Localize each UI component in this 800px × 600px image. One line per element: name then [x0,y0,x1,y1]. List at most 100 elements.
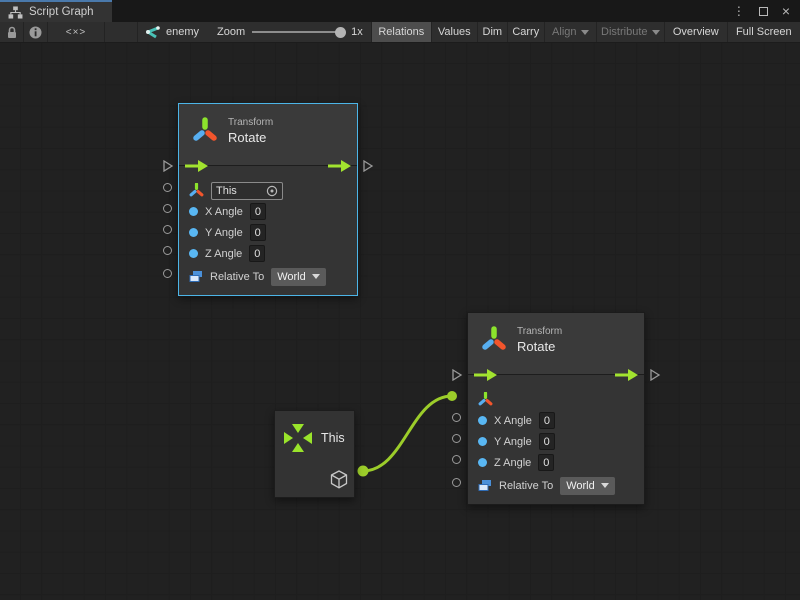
target-object-field[interactable]: This [211,182,283,200]
z-angle-input-port[interactable] [452,455,461,464]
dim-button[interactable]: Dim [478,22,508,42]
chevron-down-icon [652,30,660,35]
flow-input-port[interactable] [162,160,174,172]
chevron-down-icon [601,483,609,488]
x-angle-input-port[interactable] [163,204,172,213]
param-row-x-angle: X Angle 0 [468,410,644,431]
node-category: Transform [517,326,562,337]
sitemap-icon [8,6,23,19]
info-icon [29,26,42,39]
x-angle-input-port[interactable] [452,413,461,422]
y-angle-input[interactable]: 0 [539,433,555,450]
y-angle-input-port[interactable] [452,434,461,443]
self-node-label: This [321,431,345,445]
zoom-control: Zoom 1x [209,22,372,42]
flow-out-arrow-icon [615,369,638,381]
transform-icon [478,392,493,407]
values-button[interactable]: Values [432,22,478,42]
param-row-y-angle: Y Angle 0 [468,431,644,452]
flow-output-port[interactable] [362,160,374,172]
zoom-value: 1x [351,26,363,38]
flow-in-arrow-icon [185,160,208,172]
wire-start-port[interactable] [358,466,369,477]
target-input-port[interactable] [163,183,172,192]
graph-canvas[interactable]: Transform Rotate This [0,43,800,600]
param-row-relative-to: Relative To World [468,473,644,498]
relative-to-input-port[interactable] [163,269,172,278]
tab-title: Script Graph [29,6,94,18]
node-this[interactable]: This [274,410,355,498]
transform-icon [480,326,508,354]
zoom-slider[interactable] [252,31,344,33]
relative-to-input-port[interactable] [452,478,461,487]
param-row-y-angle: Y Angle 0 [179,222,357,243]
align-button[interactable]: Align [545,22,597,42]
wire-this-to-rotate2[interactable] [363,396,452,471]
x-angle-input[interactable]: 0 [250,203,266,220]
z-angle-input-port[interactable] [163,246,172,255]
param-row-z-angle: Z Angle 0 [468,452,644,473]
overview-button[interactable]: Overview [665,22,728,42]
relative-to-dropdown[interactable]: World [560,477,615,495]
maximize-icon[interactable] [759,7,768,16]
x-angle-input[interactable]: 0 [539,412,555,429]
z-angle-input[interactable]: 0 [538,454,554,471]
param-row-x-angle: X Angle 0 [179,201,357,222]
graph-name: enemy [166,26,199,38]
target-row-connected [468,389,644,410]
graph-asset-icon [144,25,161,40]
node-title: Rotate [517,339,562,354]
value-port-dot [478,416,487,425]
enum-cards-icon [478,479,492,492]
node-rotate-2[interactable]: Transform Rotate X Angle 0 [467,312,645,505]
relations-button[interactable]: Relations [372,22,432,42]
connection-wire-layer [0,43,800,600]
fullscreen-button[interactable]: Full Screen [728,22,800,42]
zoom-label: Zoom [217,26,245,38]
variables-toggle-button[interactable]: <×> [48,22,105,42]
flow-output-port[interactable] [649,369,661,381]
value-port-dot [478,437,487,446]
z-angle-input[interactable]: 0 [249,245,265,262]
transform-icon [191,117,219,145]
window-titlebar: Script Graph ⋮ × [0,0,800,22]
enum-cards-icon [189,270,203,283]
node-title: Rotate [228,130,273,145]
lock-icon [6,26,18,39]
flow-out-arrow-icon [328,160,351,172]
code-toggle-icon: <×> [66,27,87,38]
transform-icon [189,183,204,198]
target-dot-icon[interactable] [266,185,278,197]
graph-breadcrumb[interactable]: enemy [138,22,209,42]
close-icon[interactable]: × [782,4,790,18]
converge-arrows-icon [283,423,313,453]
graph-toolbar: <×> enemy Zoom 1x Relations Values Dim C… [0,22,800,43]
y-angle-input[interactable]: 0 [250,224,266,241]
node-header[interactable]: Transform Rotate [468,313,644,374]
carry-button[interactable]: Carry [508,22,545,42]
value-port-dot [189,249,198,258]
value-port-dot [189,207,198,216]
chevron-down-icon [581,30,589,35]
flow-input-port[interactable] [451,369,463,381]
param-row-z-angle: Z Angle 0 [179,243,357,264]
tab-script-graph[interactable]: Script Graph [0,0,112,22]
relative-to-dropdown[interactable]: World [271,268,326,286]
zoom-slider-handle[interactable] [335,27,346,38]
lock-button[interactable] [0,22,24,42]
cube-icon [330,470,348,489]
wire-end-port[interactable] [447,391,457,401]
y-angle-input-port[interactable] [163,225,172,234]
window-menu-icon[interactable]: ⋮ [733,4,745,18]
chevron-down-icon [312,274,320,279]
flow-in-arrow-icon [474,369,497,381]
value-port-dot [189,228,198,237]
toolbar-spacer [105,22,138,42]
node-rotate-1[interactable]: Transform Rotate This [178,103,358,296]
inspect-button[interactable] [24,22,48,42]
target-row: This [179,180,357,201]
node-header[interactable]: Transform Rotate [179,104,357,165]
param-row-relative-to: Relative To World [179,264,357,289]
value-port-dot [478,458,487,467]
distribute-button[interactable]: Distribute [597,22,665,42]
